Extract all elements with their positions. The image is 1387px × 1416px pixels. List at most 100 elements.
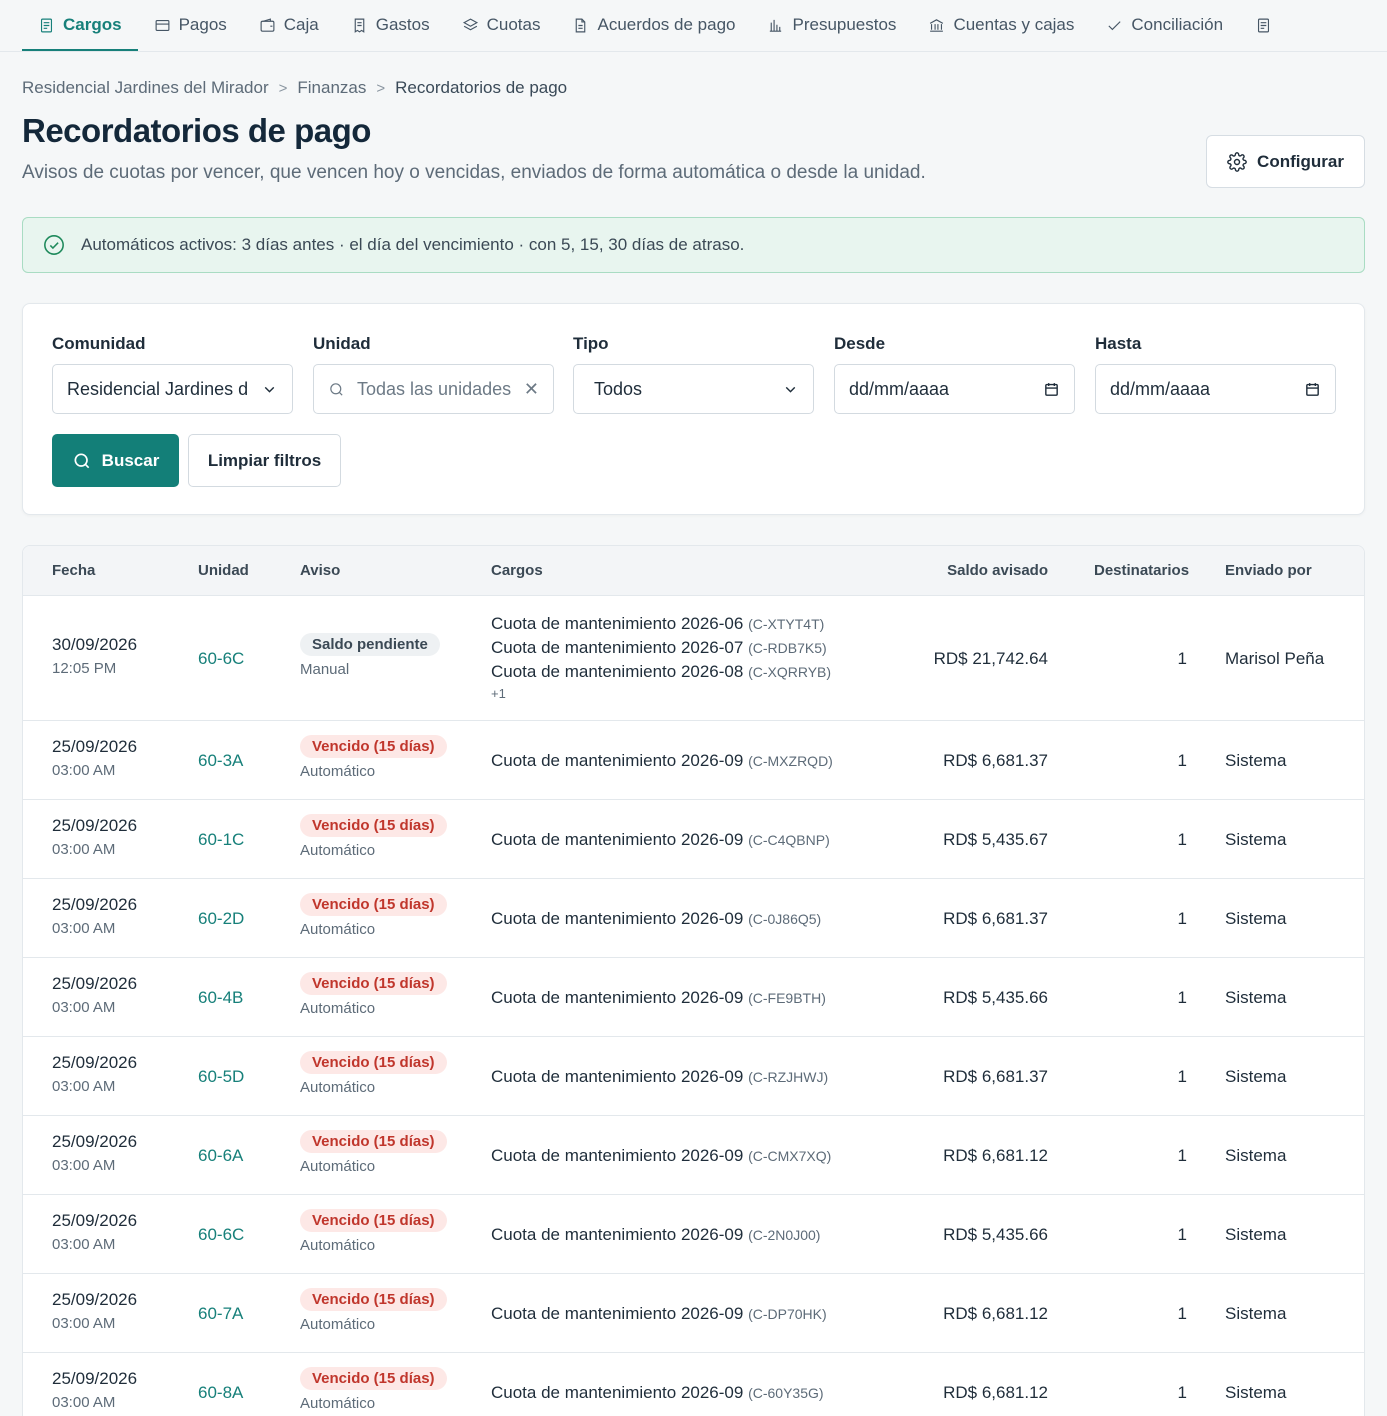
unit-link[interactable]: 60-1C	[198, 830, 244, 850]
configure-button[interactable]: Configurar	[1206, 135, 1365, 188]
column-header-cargos[interactable]: Cargos	[491, 562, 543, 579]
column-header-aviso[interactable]: Aviso	[300, 562, 340, 579]
charge-item[interactable]: Cuota de mantenimiento 2026-09 (C-2N0J00…	[491, 1223, 820, 1247]
breadcrumb-item-current: Recordatorios de pago	[395, 78, 568, 97]
desde-date-input[interactable]: dd/mm/aaaa	[834, 364, 1075, 414]
sender-name: Marisol Peña	[1225, 648, 1325, 668]
tab-presupuestos[interactable]: Presupuestos	[751, 1, 912, 51]
unidad-search-input[interactable]: Todas las unidades ✕	[313, 364, 554, 414]
balance-amount: RD$ 6,681.12	[943, 1382, 1048, 1402]
unit-link[interactable]: 60-6A	[198, 1146, 243, 1166]
notice-mode: Automático	[300, 999, 376, 1017]
table-row[interactable]: 25/09/2026 03:00 AM 60-1C Vencido (15 días)…	[23, 800, 1364, 879]
row-date: 30/09/2026	[52, 634, 138, 654]
charge-item[interactable]: Cuota de mantenimiento 2026-09 (C-DP70HK…	[491, 1302, 827, 1326]
unit-link[interactable]: 60-7A	[198, 1304, 243, 1324]
status-badge: Vencido (15 días)	[300, 1366, 447, 1390]
more-charges-count[interactable]: +1	[491, 686, 831, 701]
sender-name: Sistema	[1225, 1145, 1287, 1165]
column-header-enviado-por[interactable]: Enviado por	[1225, 562, 1312, 579]
clear-icon[interactable]: ✕	[524, 379, 539, 400]
table-row[interactable]: 25/09/2026 03:00 AM 60-7A Vencido (15 días)…	[23, 1274, 1364, 1353]
clear-filters-button[interactable]: Limpiar filtros	[188, 434, 341, 487]
charge-item[interactable]: Cuota de mantenimiento 2026-09 (C-0J86Q5…	[491, 907, 821, 931]
reminders-table: Fecha Unidad Aviso Cargos Saldo avisado …	[22, 545, 1365, 1416]
recipients-count: 1	[1177, 1066, 1187, 1086]
unit-link[interactable]: 60-6C	[198, 649, 244, 669]
comunidad-select[interactable]: Residencial Jardines del Mirador	[52, 364, 293, 414]
tab-conciliación[interactable]: Conciliación	[1090, 1, 1239, 51]
table-row[interactable]: 25/09/2026 03:00 AM 60-8A Vencido (15 días)…	[23, 1353, 1364, 1416]
hasta-placeholder: dd/mm/aaaa	[1110, 378, 1211, 399]
sender-name: Sistema	[1225, 1382, 1287, 1402]
column-header-destinatarios[interactable]: Destinatarios	[1094, 562, 1189, 579]
breadcrumb-item-finanzas[interactable]: Finanzas	[297, 78, 366, 98]
filter-label: Unidad	[313, 334, 371, 353]
charge-item[interactable]: Cuota de mantenimiento 2026-06 (C-XTYT4T…	[491, 612, 831, 636]
hasta-date-input[interactable]: dd/mm/aaaa	[1095, 364, 1336, 414]
row-date: 25/09/2026	[52, 1210, 138, 1230]
charge-item[interactable]: Cuota de mantenimiento 2026-08 (C-XQRRYB…	[491, 660, 831, 684]
charge-item[interactable]: Cuota de mantenimiento 2026-07 (C-RDB7K5…	[491, 636, 831, 660]
search-button[interactable]: Buscar	[52, 434, 179, 487]
breadcrumb-separator-icon: >	[376, 79, 386, 97]
charge-item[interactable]: Cuota de mantenimiento 2026-09 (C-FE9BTH…	[491, 986, 826, 1010]
calendar-icon[interactable]	[1304, 381, 1321, 398]
table-row[interactable]: 25/09/2026 03:00 AM 60-6C Vencido (15 días)…	[23, 1195, 1364, 1274]
tab-label: Cuentas y cajas	[953, 15, 1075, 34]
tab-cuotas[interactable]: Cuotas	[446, 1, 557, 51]
filter-panel: Comunidad Residencial Jardines del Mirad…	[22, 303, 1365, 515]
tab-more[interactable]	[1239, 1, 1288, 51]
charge-item[interactable]: Cuota de mantenimiento 2026-09 (C-MXZRQD…	[491, 749, 833, 773]
row-time: 03:00 AM	[52, 919, 116, 937]
table-header: Fecha Unidad Aviso Cargos Saldo avisado …	[23, 546, 1364, 596]
unit-link[interactable]: 60-3A	[198, 751, 243, 771]
unit-link[interactable]: 60-5D	[198, 1067, 244, 1087]
notice-cell: Vencido (15 días) Automático	[300, 1050, 447, 1096]
file-icon	[576, 18, 586, 32]
wallet-icon	[260, 17, 275, 32]
unit-link[interactable]: 60-2D	[198, 909, 244, 929]
tipo-select[interactable]: Todos	[573, 364, 814, 414]
search-button-label: Buscar	[101, 450, 160, 470]
date-cell: 25/09/2026 03:00 AM	[52, 1132, 137, 1174]
table-row[interactable]: 25/09/2026 03:00 AM 60-3A Vencido (15 días)…	[23, 721, 1364, 800]
unit-link[interactable]: 60-6C	[198, 1225, 244, 1245]
tab-label: Cuotas	[486, 15, 541, 34]
row-date: 25/09/2026	[52, 1289, 138, 1309]
column-header-saldo[interactable]: Saldo avisado	[848, 562, 1048, 579]
charges-cell: Cuota de mantenimiento 2026-06 (C-XTYT4T…	[491, 612, 831, 701]
tab-acuerdos-de-pago[interactable]: Acuerdos de pago	[556, 1, 751, 51]
chevron-down-icon	[264, 386, 275, 393]
column-header-fecha[interactable]: Fecha	[52, 562, 95, 579]
tab-cuentas-y-cajas[interactable]: Cuentas y cajas	[912, 1, 1090, 51]
table-row[interactable]: 30/09/2026 12:05 PM 60-6C Saldo pendiente Ma…	[23, 596, 1364, 721]
tab-gastos[interactable]: Gastos	[335, 1, 446, 51]
calendar-icon[interactable]	[1043, 381, 1060, 398]
notice-mode: Automático	[300, 1315, 376, 1333]
recipients-count: 1	[1177, 1382, 1187, 1402]
tipo-select-value: Todos	[594, 378, 643, 399]
table-row[interactable]: 25/09/2026 03:00 AM 60-5D Vencido (15 días)…	[23, 1037, 1364, 1116]
charge-item[interactable]: Cuota de mantenimiento 2026-09 (C-RZJHWJ…	[491, 1065, 828, 1089]
breadcrumb-separator-icon: >	[278, 79, 288, 97]
charges-cell: Cuota de mantenimiento 2026-09 (C-DP70HK…	[491, 1302, 827, 1326]
tab-label: Caja	[283, 15, 319, 34]
column-header-unidad[interactable]: Unidad	[198, 562, 249, 579]
charge-item[interactable]: Cuota de mantenimiento 2026-09 (C-60Y35G…	[491, 1381, 824, 1405]
tab-cargos[interactable]: Cargos	[22, 1, 138, 51]
tab-caja[interactable]: Caja	[243, 1, 335, 51]
table-row[interactable]: 25/09/2026 03:00 AM 60-4B Vencido (15 días)…	[23, 958, 1364, 1037]
breadcrumb-item-community[interactable]: Residencial Jardines del Mirador	[22, 78, 269, 98]
table-row[interactable]: 25/09/2026 03:00 AM 60-2D Vencido (15 días)…	[23, 879, 1364, 958]
charge-item[interactable]: Cuota de mantenimiento 2026-09 (C-C4QBNP…	[491, 828, 830, 852]
table-row[interactable]: 25/09/2026 03:00 AM 60-6A Vencido (15 días)…	[23, 1116, 1364, 1195]
row-date: 25/09/2026	[52, 973, 138, 993]
unit-link[interactable]: 60-8A	[198, 1383, 243, 1403]
filter-tipo: Tipo Todos	[573, 334, 814, 414]
card-icon	[155, 19, 170, 31]
unit-link[interactable]: 60-4B	[198, 988, 243, 1008]
notice-cell: Saldo pendiente Manual	[300, 632, 440, 678]
charge-item[interactable]: Cuota de mantenimiento 2026-09 (C-CMX7XQ…	[491, 1144, 831, 1168]
tab-pagos[interactable]: Pagos	[138, 1, 243, 51]
